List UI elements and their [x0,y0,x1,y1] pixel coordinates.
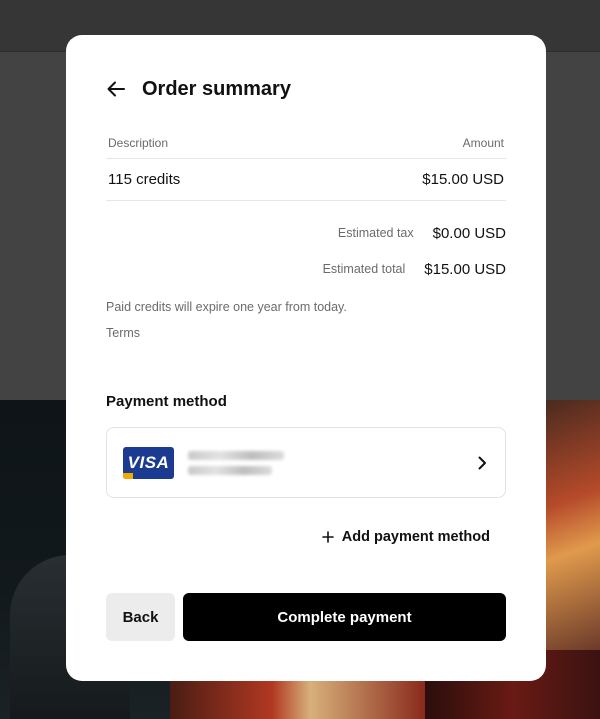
add-payment-method-button[interactable]: Add payment method [321,529,490,545]
total-value: $15.00 USD [424,260,506,278]
terms-link[interactable]: Terms [106,326,140,340]
credits-expiry-note: Paid credits will expire one year from t… [106,300,347,314]
page-title: Order summary [142,77,291,100]
complete-payment-button[interactable]: Complete payment [183,593,506,641]
card-brand: VISA [127,452,170,472]
price-summary: Estimated tax $0.00 USD Estimated total … [246,215,506,287]
total-label: Estimated total [322,262,406,276]
column-header-amount: Amount [462,135,504,150]
item-description: 115 credits [108,171,181,188]
order-table: Description Amount 115 credits $15.00 US… [106,127,506,201]
modal-header: Order summary [106,75,291,103]
visa-stripe [123,472,133,479]
chevron-right-icon [475,456,489,470]
arrow-left-icon[interactable] [106,79,126,99]
tax-value: $0.00 USD [432,224,506,242]
back-button[interactable]: Back [106,593,175,641]
total-line: Estimated total $15.00 USD [246,251,506,287]
table-header: Description Amount [106,127,506,159]
redacted-line [188,465,272,475]
card-details-redacted [188,450,284,475]
add-payment-method-label: Add payment method [341,529,490,545]
column-header-description: Description [108,135,169,150]
tax-line: Estimated tax $0.00 USD [246,215,506,251]
payment-method-heading: Payment method [106,393,227,410]
payment-method-card[interactable]: VISA [106,427,506,498]
plus-icon [321,531,334,543]
item-amount: $15.00 USD [422,171,504,188]
redacted-line [188,450,284,460]
tax-label: Estimated tax [337,226,414,240]
table-row: 115 credits $15.00 USD [106,159,506,201]
order-summary-modal: Order summary Description Amount 115 cre… [66,35,546,681]
visa-logo-icon: VISA [123,446,174,479]
